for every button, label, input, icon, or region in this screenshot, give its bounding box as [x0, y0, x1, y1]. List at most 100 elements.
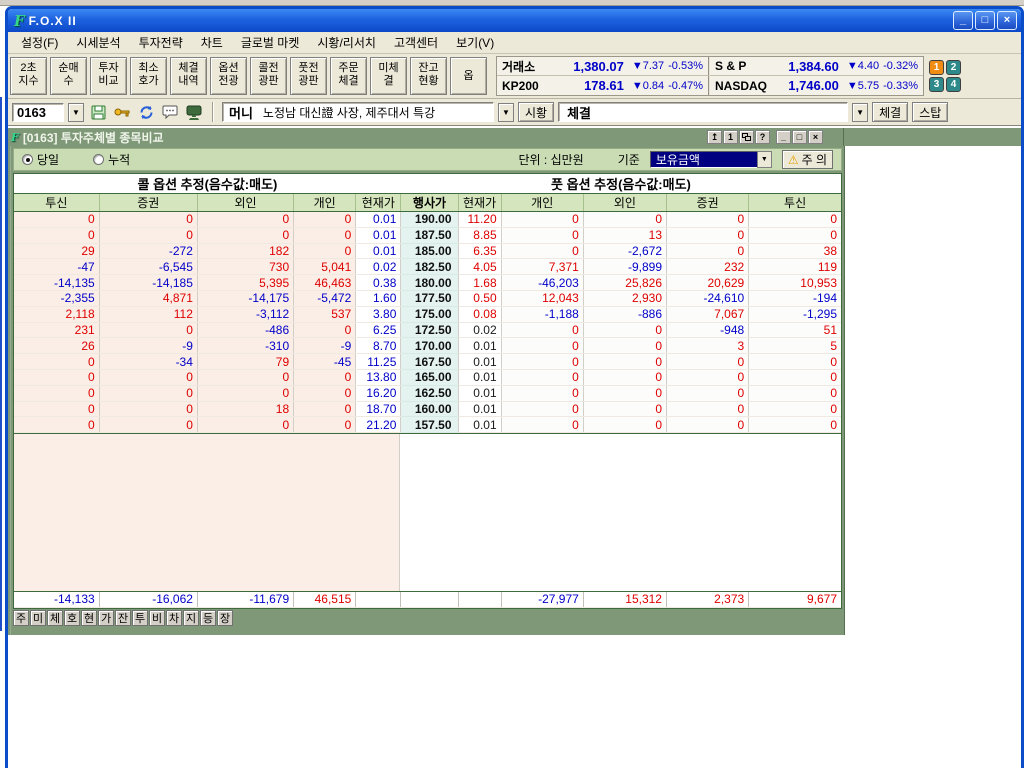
toolbar-button-5[interactable]: 옵션전광 [210, 57, 247, 95]
toolbar-button-0[interactable]: 2초지수 [10, 57, 47, 95]
menu-item-0[interactable]: 설정(F) [12, 32, 67, 53]
put-investor-cell: 0 [501, 417, 583, 433]
table-row-2[interactable]: 29-27218200.01185.006.350-2,672038 [14, 243, 841, 259]
call-price-cell: 21.20 [356, 417, 401, 433]
table-row-4[interactable]: -14,135-14,1855,39546,4630.38180.001.68-… [14, 275, 841, 291]
bottom-tab-9[interactable]: 차 [166, 610, 182, 626]
toolbar-button-10[interactable]: 잔고현황 [410, 57, 447, 95]
bottom-tab-4[interactable]: 현 [81, 610, 97, 626]
table-row-7[interactable]: 2310-48606.25172.500.0200-94851 [14, 322, 841, 338]
code-dropdown-button[interactable]: ▼ [68, 103, 84, 122]
pin-up-button[interactable]: ↥ [707, 130, 722, 144]
radio-today[interactable]: 당일 [22, 151, 59, 168]
close-button[interactable]: × [997, 11, 1017, 30]
screen-code-input[interactable]: 0163 [12, 103, 64, 122]
toolbar-button-3[interactable]: 최소호가 [130, 57, 167, 95]
radio-cumulative[interactable]: 누적 [93, 151, 130, 168]
toolbar-button-4[interactable]: 체결내역 [170, 57, 207, 95]
toolbar-button-6[interactable]: 콜전광판 [250, 57, 287, 95]
menu-item-5[interactable]: 시황/리서치 [308, 32, 385, 53]
toolbar-button-7[interactable]: 풋전광판 [290, 57, 327, 95]
table-row-3[interactable]: -47-6,5457305,0410.02182.504.057,371-9,8… [14, 259, 841, 275]
quick-button-1[interactable]: 1 [929, 60, 944, 75]
column-header-1: 증권 [99, 194, 197, 212]
toolbar-button-8[interactable]: 주문체결 [330, 57, 367, 95]
panel-close-button[interactable]: × [808, 130, 823, 144]
panel-minimize-button[interactable]: _ [776, 130, 791, 144]
table-row-1[interactable]: 00000.01187.508.8501300 [14, 227, 841, 243]
save-icon[interactable] [88, 103, 108, 121]
menu-item-2[interactable]: 투자전략 [130, 32, 192, 53]
table-row-11[interactable]: 000016.20162.500.010000 [14, 385, 841, 401]
refresh-icon[interactable] [136, 103, 156, 121]
search-dropdown-button[interactable]: ▼ [852, 103, 868, 122]
key-icon[interactable] [112, 103, 132, 121]
index-name: KP200 [502, 79, 558, 93]
table-row-10[interactable]: 000013.80165.000.010000 [14, 369, 841, 385]
bottom-tab-12[interactable]: 장 [217, 610, 233, 626]
put-investor-cell: -2,672 [583, 243, 666, 259]
bottom-tab-10[interactable]: 지 [183, 610, 199, 626]
help-button[interactable]: ? [755, 130, 770, 144]
screen-1-button[interactable]: 1 [723, 130, 738, 144]
sihwang-button[interactable]: 시황 [518, 102, 554, 122]
chat-icon[interactable] [160, 103, 180, 121]
table-row-6[interactable]: 2,118112-3,1125373.80175.000.08-1,188-88… [14, 306, 841, 322]
toolbar-button-9[interactable]: 미체결 [370, 57, 407, 95]
bottom-tab-5[interactable]: 가 [98, 610, 114, 626]
table-row-0[interactable]: 00000.01190.0011.200000 [14, 212, 841, 228]
call-investor-cell: 0 [294, 322, 356, 338]
basis-dropdown-button[interactable]: ▼ [757, 151, 772, 168]
bottom-tab-3[interactable]: 호 [64, 610, 80, 626]
menu-item-4[interactable]: 글로벌 마켓 [232, 32, 309, 53]
bottom-tab-6[interactable]: 잔 [115, 610, 131, 626]
call-investor-cell: 231 [14, 322, 99, 338]
put-price-cell: 4.05 [458, 259, 501, 275]
bottom-tab-8[interactable]: 비 [149, 610, 165, 626]
call-price-cell: 0.01 [356, 227, 401, 243]
bottom-tab-1[interactable]: 미 [30, 610, 46, 626]
bottom-tab-11[interactable]: 등 [200, 610, 216, 626]
chegyeol-button[interactable]: 체결 [872, 102, 908, 122]
table-row-8[interactable]: 26-9-310-98.70170.000.010035 [14, 338, 841, 354]
put-investor-cell: 0 [583, 401, 666, 417]
put-investor-cell: 0 [583, 369, 666, 385]
panel-titlebar[interactable]: F [0163] 투자주체별 종목비교 ↥ 1 ? _ □ × [8, 128, 1021, 146]
call-investor-cell: -45 [294, 354, 356, 370]
toolbar-button-11[interactable]: 옵 [450, 57, 487, 95]
menu-item-7[interactable]: 보기(V) [447, 32, 503, 53]
menu-item-6[interactable]: 고객센터 [385, 32, 447, 53]
toolbar-button-1[interactable]: 순매수 [50, 57, 87, 95]
quick-button-2[interactable]: 2 [946, 60, 961, 75]
bottom-tab-2[interactable]: 체 [47, 610, 63, 626]
maximize-button[interactable]: □ [975, 11, 995, 30]
basis-label: 기준 [618, 151, 640, 168]
put-price-cell: 0.50 [458, 290, 501, 306]
table-row-13[interactable]: 000021.20157.500.010000 [14, 417, 841, 433]
stop-button[interactable]: 스탑 [912, 102, 948, 122]
basis-select[interactable]: 보유금액 [650, 151, 758, 168]
quick-button-4[interactable]: 4 [946, 77, 961, 92]
cascade-button[interactable] [739, 130, 754, 144]
column-header-9: 증권 [667, 194, 749, 212]
warning-button[interactable]: ⚠ 주 의 [782, 150, 833, 169]
minimize-button[interactable]: _ [953, 11, 973, 30]
monitor-icon[interactable] [184, 103, 204, 121]
table-row-9[interactable]: 0-3479-4511.25167.500.010000 [14, 354, 841, 370]
bottom-tab-7[interactable]: 투 [132, 610, 148, 626]
panel-maximize-button[interactable]: □ [792, 130, 807, 144]
background-window-border [0, 97, 2, 631]
toolbar-button-2[interactable]: 투자비교 [90, 57, 127, 95]
quick-button-3[interactable]: 3 [929, 77, 944, 92]
quick-screen-buttons: 1234 [929, 60, 961, 92]
table-row-5[interactable]: -2,3554,871-14,175-5,4721.60177.500.5012… [14, 290, 841, 306]
bottom-tab-0[interactable]: 주 [13, 610, 29, 626]
menu-item-3[interactable]: 차트 [192, 32, 232, 53]
search-combo[interactable]: 체결 [558, 102, 848, 122]
menu-item-1[interactable]: 시세분석 [67, 32, 129, 53]
put-investor-cell: 0 [501, 401, 583, 417]
put-investor-cell: 0 [583, 212, 666, 228]
table-row-12[interactable]: 0018018.70160.000.010000 [14, 401, 841, 417]
put-investor-cell: 51 [749, 322, 841, 338]
news-dropdown-button[interactable]: ▼ [498, 103, 514, 122]
